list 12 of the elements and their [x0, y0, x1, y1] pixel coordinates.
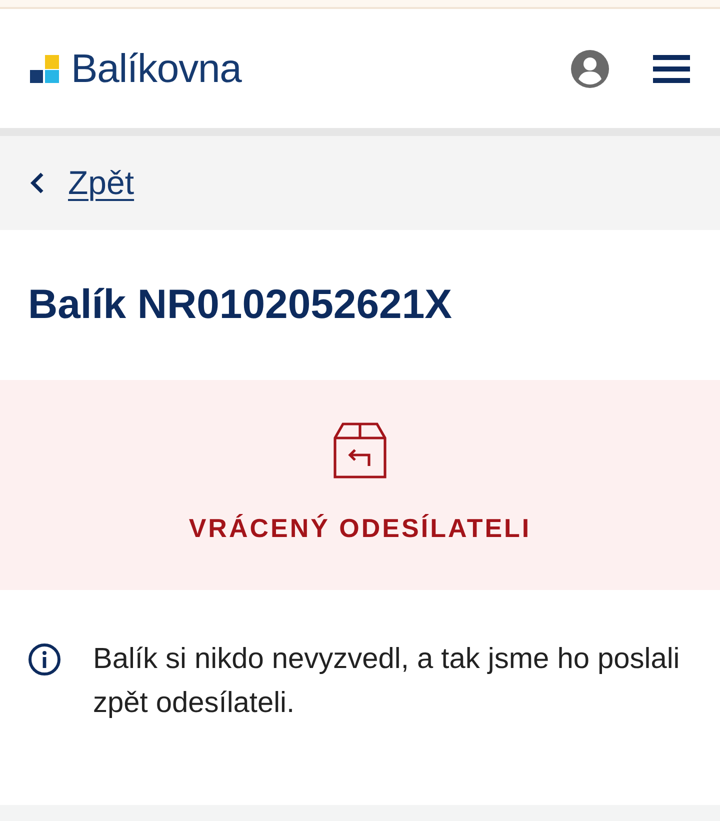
returned-box-icon [333, 422, 387, 479]
logo-text: Balíkovna [71, 48, 242, 88]
menu-icon[interactable] [653, 54, 690, 82]
logo-squares-icon [30, 54, 59, 84]
back-link[interactable]: Zpět [68, 163, 134, 203]
parcel-title: Balík NR0102052621X [28, 280, 452, 330]
info-icon [28, 643, 61, 676]
status-label: VRÁCENÝ ODESÍLATELI [188, 513, 532, 544]
info-message: Balík si nikdo nevyzvedl, a tak jsme ho poslali zpět odesílateli. [93, 642, 681, 721]
logo[interactable]: Balíkovna [30, 48, 242, 88]
chevron-left-icon[interactable] [30, 172, 44, 194]
user-account-icon[interactable] [571, 50, 609, 88]
